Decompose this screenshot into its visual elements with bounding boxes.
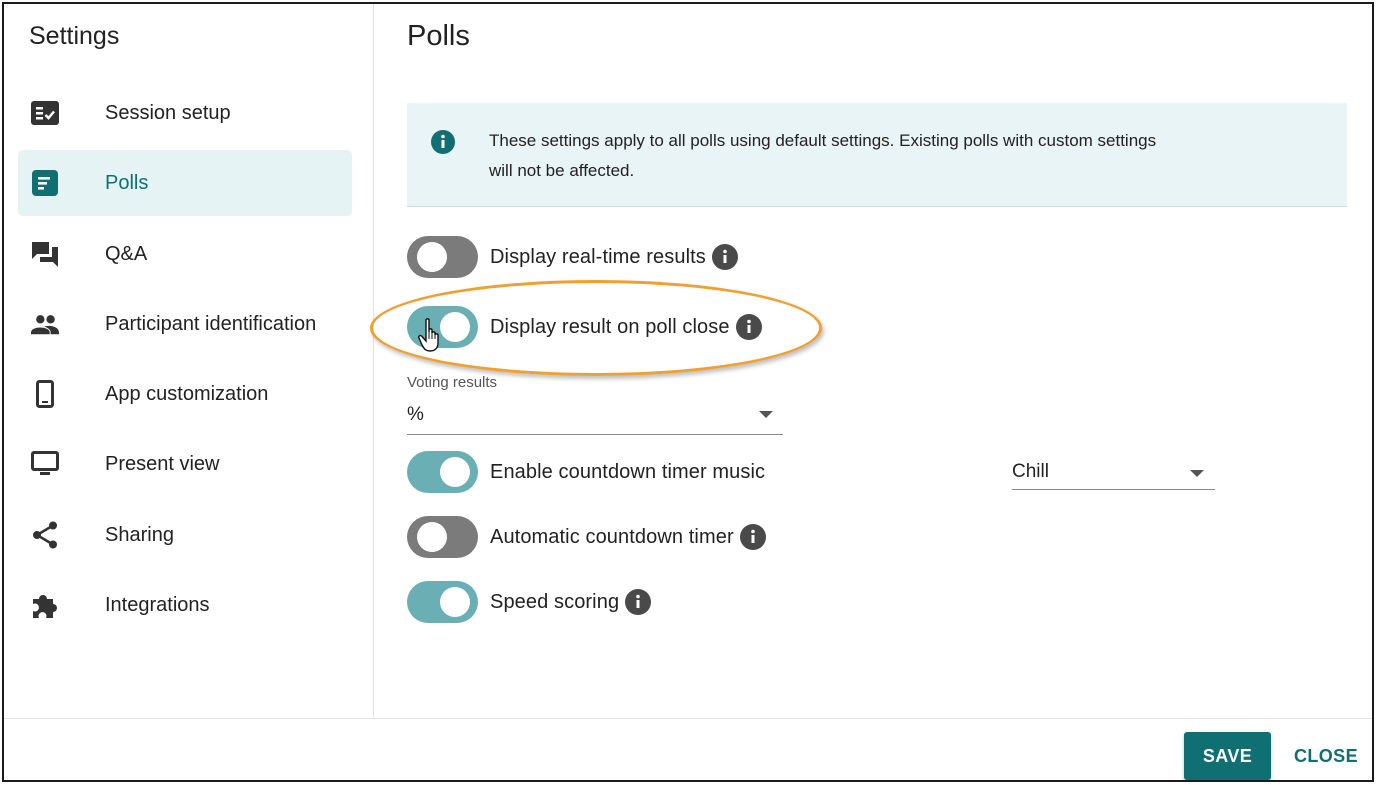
sidebar-item-session-setup[interactable]: Session setup bbox=[18, 80, 352, 146]
sidebar-item-label: Integrations bbox=[105, 594, 210, 617]
sidebar-item-app-customization[interactable]: App customization bbox=[18, 361, 352, 427]
sidebar-item-label: Polls bbox=[105, 172, 149, 195]
monitor-icon bbox=[31, 450, 59, 478]
info-banner: These settings apply to all polls using … bbox=[407, 103, 1347, 207]
toggle-knob bbox=[417, 242, 447, 272]
voting-results-select[interactable]: % bbox=[407, 398, 783, 435]
sidebar-item-participant-identification[interactable]: Participant identification bbox=[18, 291, 352, 357]
setting-countdown-music: Enable countdown timer music bbox=[407, 450, 765, 494]
setting-realtime-results: Display real-time results bbox=[407, 235, 738, 279]
sidebar-item-label: Session setup bbox=[105, 102, 231, 124]
sidebar-item-label: Present view bbox=[105, 453, 220, 476]
setting-label: Automatic countdown timer bbox=[490, 525, 734, 548]
setting-auto-countdown: Automatic countdown timer bbox=[407, 515, 766, 559]
sidebar-item-label: Participant identification bbox=[105, 312, 317, 335]
setting-label: Enable countdown timer music bbox=[490, 460, 766, 483]
select-value: Chill bbox=[1012, 461, 1049, 482]
info-icon bbox=[431, 130, 455, 159]
main-panel: Polls These settings apply to all polls … bbox=[375, 4, 1372, 718]
toggle-knob bbox=[440, 587, 470, 617]
setting-label: Display real-time results bbox=[490, 245, 706, 268]
toggle-knob bbox=[440, 312, 470, 342]
voting-results-caption: Voting results bbox=[407, 374, 498, 391]
sidebar-item-label: App customization bbox=[105, 383, 269, 406]
countdown-music-toggle[interactable] bbox=[407, 451, 478, 493]
save-button[interactable]: SAVE bbox=[1184, 732, 1271, 780]
info-icon[interactable] bbox=[735, 314, 762, 340]
hand-cursor-icon bbox=[418, 318, 439, 352]
phone-icon bbox=[31, 380, 59, 409]
setting-label: Display result on poll close bbox=[490, 315, 730, 338]
checklist-icon bbox=[31, 99, 59, 127]
sidebar-item-sharing[interactable]: Sharing bbox=[18, 502, 352, 568]
setting-label: Speed scoring bbox=[490, 590, 620, 613]
sidebar-nav: Session setup Polls Q&A Participant iden… bbox=[18, 80, 352, 642]
settings-dialog: Settings Session setup Polls Q&A Partici… bbox=[2, 2, 1374, 782]
setting-speed-scoring: Speed scoring bbox=[407, 580, 652, 624]
realtime-results-toggle[interactable] bbox=[407, 236, 478, 278]
toggle-knob bbox=[417, 522, 447, 552]
info-icon[interactable] bbox=[739, 524, 766, 550]
sidebar-item-polls[interactable]: Polls bbox=[18, 150, 352, 217]
share-icon bbox=[31, 521, 59, 549]
chevron-down-icon bbox=[1190, 470, 1204, 477]
sidebar-title: Settings bbox=[29, 22, 120, 50]
people-icon bbox=[31, 310, 59, 338]
info-icon[interactable] bbox=[711, 244, 738, 270]
close-button[interactable]: CLOSE bbox=[1292, 732, 1360, 780]
sidebar-item-qa[interactable]: Q&A bbox=[18, 221, 352, 287]
page-title: Polls bbox=[407, 20, 470, 52]
toggle-knob bbox=[440, 457, 470, 487]
setting-result-on-close: Display result on poll close bbox=[407, 305, 762, 349]
poll-icon bbox=[31, 169, 59, 197]
chevron-down-icon bbox=[759, 411, 773, 418]
dialog-footer: SAVE CLOSE bbox=[4, 718, 1372, 780]
auto-countdown-toggle[interactable] bbox=[407, 516, 478, 558]
select-value: % bbox=[407, 404, 424, 425]
info-text: These settings apply to all polls using … bbox=[489, 131, 1157, 180]
sidebar-item-integrations[interactable]: Integrations bbox=[18, 572, 352, 638]
sidebar: Settings Session setup Polls Q&A Partici… bbox=[4, 4, 374, 718]
sidebar-item-label: Q&A bbox=[105, 242, 148, 265]
music-select[interactable]: Chill bbox=[1012, 457, 1215, 490]
speed-scoring-toggle[interactable] bbox=[407, 581, 478, 623]
sidebar-item-label: Sharing bbox=[105, 523, 174, 546]
puzzle-icon bbox=[31, 591, 59, 619]
chat-bubbles-icon bbox=[31, 240, 59, 268]
sidebar-item-present-view[interactable]: Present view bbox=[18, 431, 352, 497]
info-icon[interactable] bbox=[625, 589, 652, 615]
